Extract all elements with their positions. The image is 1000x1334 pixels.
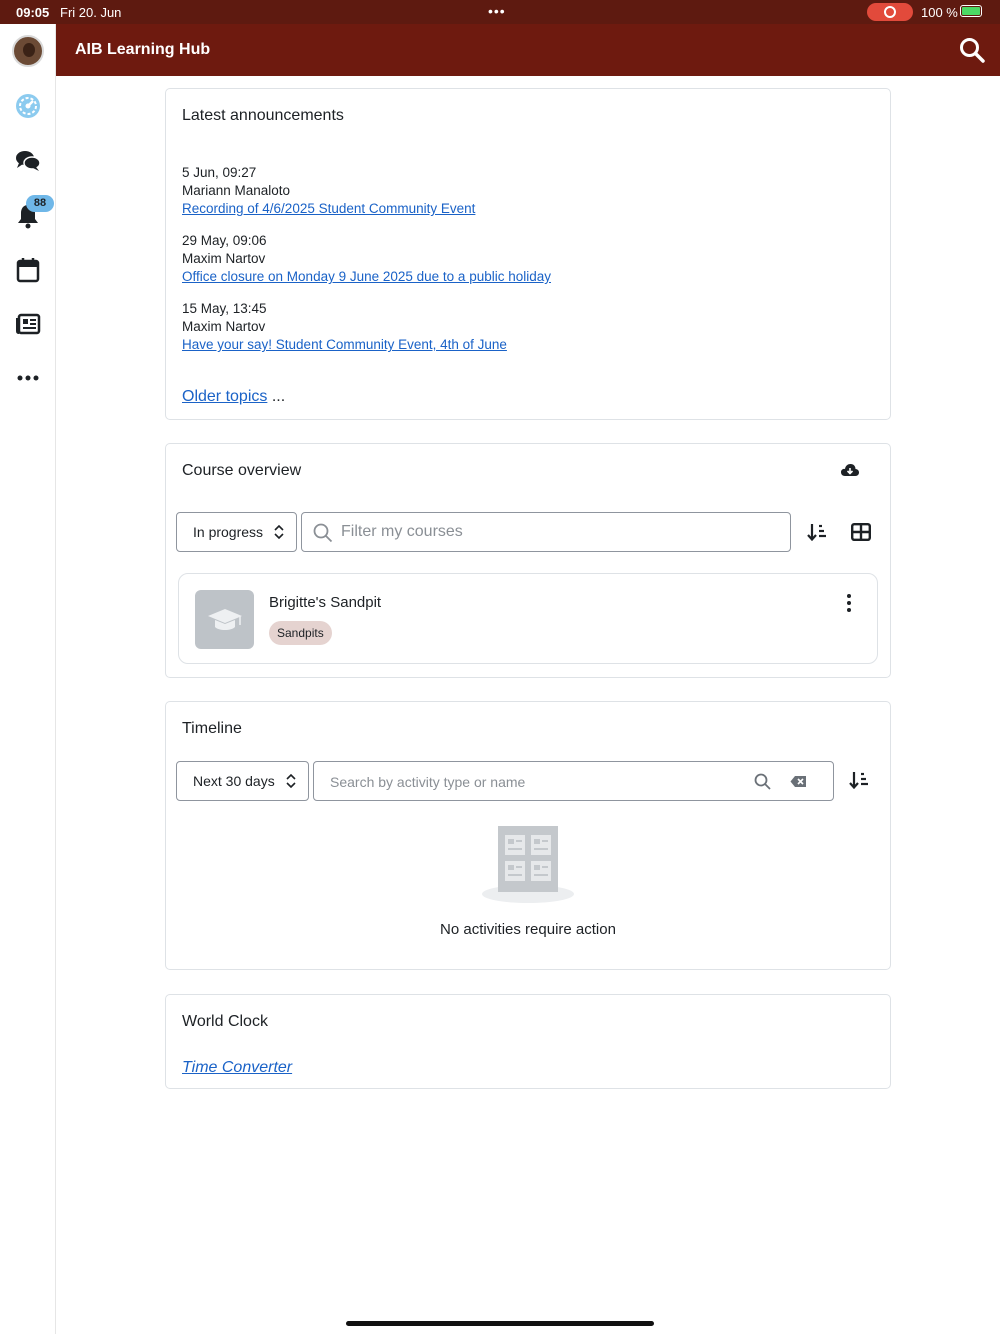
course-card[interactable]: Brigitte's Sandpit Sandpits xyxy=(178,573,878,664)
announcement-item: 15 May, 13:45 Maxim Nartov Have your say… xyxy=(182,300,507,354)
timeline-empty-message: No activities require action xyxy=(440,921,616,938)
announcement-date: 15 May, 13:45 xyxy=(182,301,267,316)
empty-activities-illustration xyxy=(482,826,574,903)
battery-percent: 100 % xyxy=(921,5,958,20)
timeline-title: Timeline xyxy=(182,720,242,737)
course-filter-select[interactable]: In progress xyxy=(176,512,297,552)
grid-view-icon[interactable] xyxy=(846,517,876,547)
course-thumbnail xyxy=(195,590,254,649)
announcement-author: Mariann Manaloto xyxy=(182,183,291,198)
more-icon[interactable] xyxy=(10,360,46,396)
course-overview-card: Course overview In progress Filter my co… xyxy=(165,443,891,678)
announcement-date: 29 May, 09:06 xyxy=(182,233,267,248)
older-topics: Older topics ... xyxy=(182,388,285,406)
announcements-title: Latest announcements xyxy=(182,107,344,124)
older-topics-ellipsis: ... xyxy=(267,388,286,405)
filter-courses-placeholder: Filter my courses xyxy=(341,523,463,540)
course-overview-title: Course overview xyxy=(182,462,302,479)
announcement-link[interactable]: Office closure on Monday 9 June 2025 due… xyxy=(182,269,551,284)
older-topics-link[interactable]: Older topics xyxy=(182,388,267,405)
status-bar: 09:05 Fri 20. Jun ••• 100 % xyxy=(0,0,1000,24)
avatar[interactable] xyxy=(12,35,44,67)
timeline-sort-icon[interactable] xyxy=(844,765,874,795)
sort-icon[interactable] xyxy=(802,517,832,547)
search-icon[interactable] xyxy=(754,773,771,790)
chevron-updown-icon xyxy=(286,774,296,788)
course-category-badge: Sandpits xyxy=(269,621,332,645)
kebab-menu-icon[interactable] xyxy=(839,592,859,614)
announcement-item: 5 Jun, 09:27 Mariann Manaloto Recording … xyxy=(182,164,475,218)
announcements-card: Latest announcements 5 Jun, 09:27 Marian… xyxy=(165,88,891,420)
world-clock-card: World Clock Time Converter xyxy=(165,994,891,1089)
announcement-link[interactable]: Have your say! Student Community Event, … xyxy=(182,337,507,352)
notification-badge: 88 xyxy=(26,195,54,212)
timeline-search-input[interactable]: Search by activity type or name xyxy=(313,761,834,801)
world-clock-title: World Clock xyxy=(182,1013,268,1030)
timeline-range-select[interactable]: Next 30 days xyxy=(176,761,309,801)
timeline-card: Timeline Next 30 days Search by activity… xyxy=(165,701,891,970)
timeline-search-placeholder: Search by activity type or name xyxy=(330,774,526,790)
clear-input-icon[interactable] xyxy=(790,775,807,788)
dashboard-icon[interactable] xyxy=(10,88,46,124)
announcement-item: 29 May, 09:06 Maxim Nartov Office closur… xyxy=(182,232,551,286)
calendar-icon[interactable] xyxy=(10,252,46,288)
newspaper-icon[interactable] xyxy=(10,306,46,342)
multitask-dots-icon[interactable]: ••• xyxy=(488,3,506,19)
home-indicator[interactable] xyxy=(346,1321,654,1326)
search-icon[interactable] xyxy=(959,37,985,63)
course-filter-value: In progress xyxy=(193,524,264,540)
filter-courses-input[interactable]: Filter my courses xyxy=(301,512,791,552)
messages-icon[interactable] xyxy=(10,143,46,179)
timeline-range-value: Next 30 days xyxy=(193,773,275,789)
app-title: AIB Learning Hub xyxy=(75,41,211,58)
cloud-download-icon[interactable] xyxy=(835,455,865,485)
announcement-date: 5 Jun, 09:27 xyxy=(182,165,257,180)
time-converter-link[interactable]: Time Converter xyxy=(182,1059,292,1077)
status-date: Fri 20. Jun xyxy=(60,5,122,20)
announcement-link[interactable]: Recording of 4/6/2025 Student Community … xyxy=(182,201,475,216)
app-header: AIB Learning Hub xyxy=(56,24,1000,76)
sidebar: 88 xyxy=(0,24,56,1334)
battery-icon xyxy=(960,5,982,17)
screen-record-icon xyxy=(867,3,913,21)
announcement-author: Maxim Nartov xyxy=(182,319,266,334)
course-name[interactable]: Brigitte's Sandpit xyxy=(269,594,381,611)
status-time: 09:05 xyxy=(16,5,50,20)
announcement-author: Maxim Nartov xyxy=(182,251,266,266)
graduation-cap-icon xyxy=(207,608,242,630)
search-icon xyxy=(313,523,333,543)
chevron-updown-icon xyxy=(274,525,284,539)
